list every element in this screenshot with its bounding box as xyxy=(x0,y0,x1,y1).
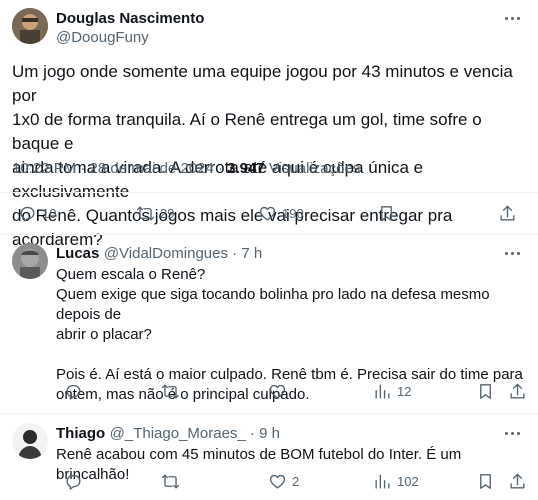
avatar-lucas[interactable] xyxy=(12,243,48,279)
reply-icon xyxy=(20,206,35,222)
reply-text-line: Quem exige que siga tocando bolinha pro … xyxy=(56,286,490,323)
views-icon xyxy=(375,474,390,489)
heart-icon xyxy=(269,474,286,489)
bookmark-icon xyxy=(480,384,491,399)
author-handle[interactable]: @DoougFuny xyxy=(56,29,149,46)
reply-author-name[interactable]: Thiago xyxy=(56,425,105,442)
views-count: 102 xyxy=(397,474,419,489)
divider xyxy=(0,192,538,193)
share-icon xyxy=(510,473,525,489)
share-button[interactable] xyxy=(508,382,527,401)
like-count: 190 xyxy=(282,206,304,221)
reply-icon xyxy=(66,384,81,400)
heart-icon xyxy=(269,384,286,399)
reply-text-line xyxy=(56,345,532,365)
divider xyxy=(0,234,538,235)
retweet-button[interactable] xyxy=(161,382,180,401)
views-icon xyxy=(375,384,390,399)
retweet-button[interactable]: 29 xyxy=(136,204,174,223)
bookmark-icon xyxy=(480,474,491,489)
reply-button[interactable] xyxy=(64,382,83,401)
views-button[interactable]: 102 xyxy=(373,472,419,491)
more-icon[interactable] xyxy=(505,432,520,435)
reply-text-line: Pois é. Aí está o maior culpado. Renê tb… xyxy=(56,366,523,383)
views-count: 3.947 xyxy=(227,160,265,177)
share-icon xyxy=(510,383,525,399)
reply-header: Lucas @VidalDomingues · 7 h xyxy=(56,245,262,263)
share-button[interactable] xyxy=(508,472,527,491)
retweet-count: 29 xyxy=(160,206,175,221)
views-button[interactable]: 12 xyxy=(373,382,411,401)
reply-button[interactable]: 10 xyxy=(18,204,56,223)
reply-author-name[interactable]: Lucas xyxy=(56,245,99,262)
share-button[interactable] xyxy=(498,204,517,223)
reply-author-handle[interactable]: @VidalDomingues · 7 h xyxy=(104,245,262,262)
reply-icon xyxy=(66,474,81,490)
retweet-button[interactable] xyxy=(161,472,180,491)
share-icon xyxy=(500,205,515,221)
bookmark-button[interactable] xyxy=(476,382,495,401)
tweet-text-line: Um jogo onde somente uma equipe jogou po… xyxy=(12,62,513,105)
like-button[interactable]: 190 xyxy=(258,204,304,223)
tweet-text-line: 1x0 de forma tranquila. Aí o Renê entreg… xyxy=(12,110,482,153)
reply-count: 10 xyxy=(42,206,57,221)
bookmark-icon xyxy=(381,206,392,221)
retweet-icon xyxy=(161,384,180,399)
reply-author-handle[interactable]: @_Thiago_Moraes_ · 9 h xyxy=(110,425,280,442)
reply-text-line: ontem, mas não é o principal culpado. xyxy=(56,386,310,403)
heart-icon xyxy=(259,206,276,221)
tweet-meta: 10:22 PM · 28 de mai de 2024 · 3.947 Vis… xyxy=(12,160,360,177)
like-button[interactable]: 2 xyxy=(268,472,299,491)
views-count: 12 xyxy=(397,384,412,399)
like-button[interactable] xyxy=(268,382,287,401)
like-count: 2 xyxy=(292,474,300,489)
views-label: Visualizações xyxy=(264,160,361,177)
reply-header: Thiago @_Thiago_Moraes_ · 9 h xyxy=(56,425,280,443)
retweet-icon xyxy=(161,474,180,489)
reply-button[interactable] xyxy=(64,472,83,491)
author-name[interactable]: Douglas Nascimento xyxy=(56,10,204,27)
tweet-text: Um jogo onde somente uma equipe jogou po… xyxy=(12,60,532,252)
reply-text-line: abrir o placar? xyxy=(56,326,152,343)
more-icon[interactable] xyxy=(505,17,520,20)
tweet-timestamp[interactable]: 10:22 PM · 28 de mai de 2024 · xyxy=(12,160,227,177)
reply-text: Quem escala o Renê? Quem exige que siga … xyxy=(56,265,532,405)
avatar-douglas[interactable] xyxy=(12,8,48,44)
retweet-icon xyxy=(136,206,155,221)
divider xyxy=(0,413,538,414)
avatar-thiago[interactable] xyxy=(12,423,48,459)
bookmark-button[interactable] xyxy=(377,204,396,223)
reply-text-line: Quem escala o Renê? xyxy=(56,266,206,283)
bookmark-button[interactable] xyxy=(476,472,495,491)
more-icon[interactable] xyxy=(505,252,520,255)
